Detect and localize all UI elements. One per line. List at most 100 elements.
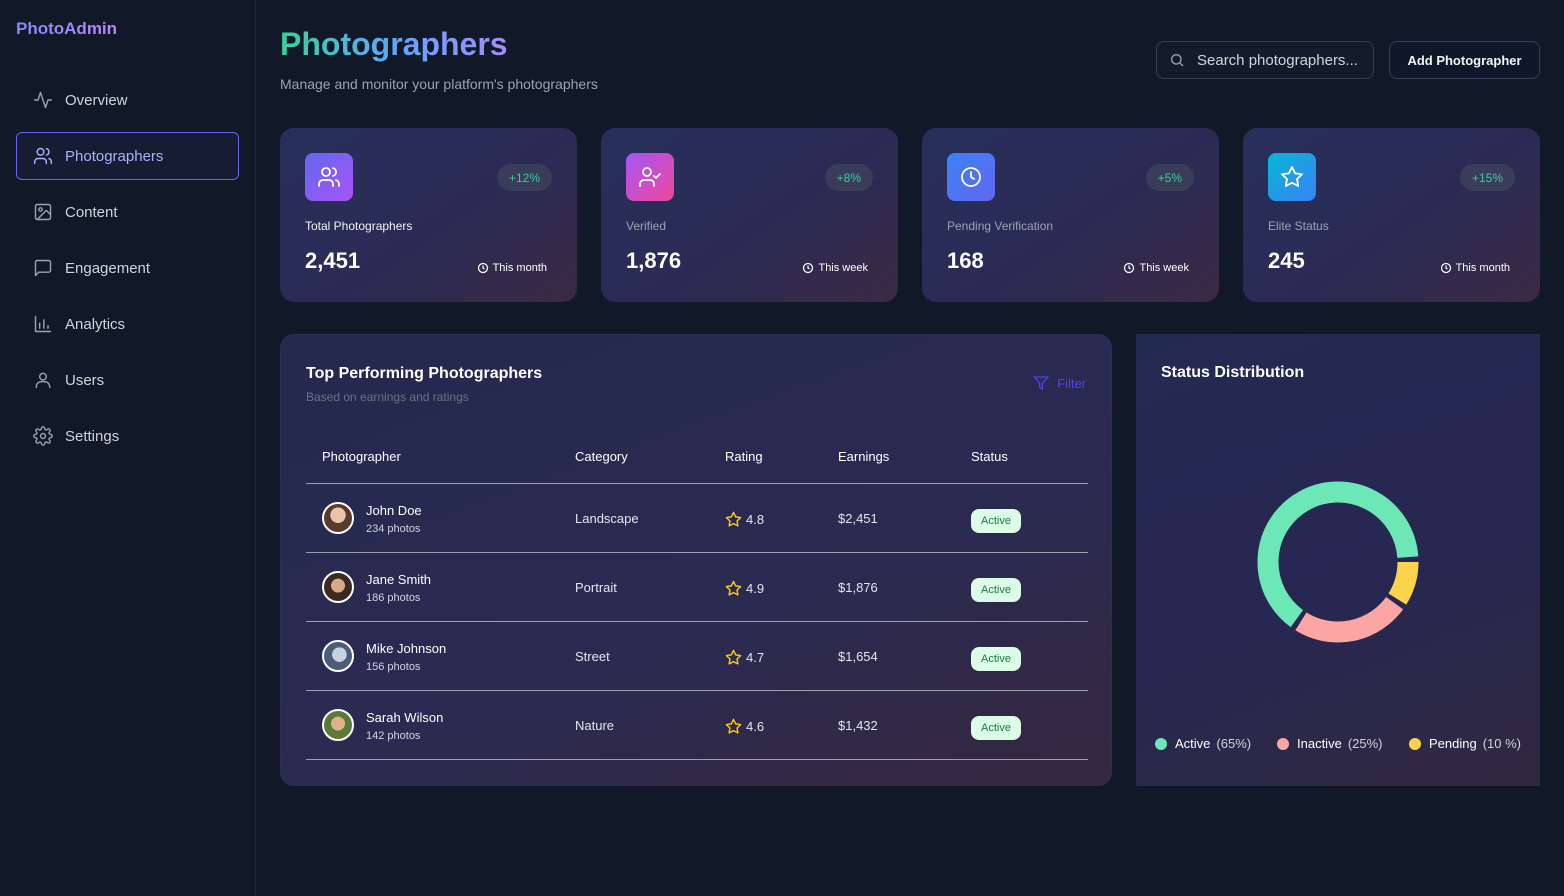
sidebar-item-overview[interactable]: Overview: [16, 76, 239, 124]
column-header[interactable]: Category: [575, 449, 628, 464]
rating-value: 4.6: [746, 719, 765, 734]
search-input[interactable]: [1197, 51, 1367, 69]
table-row[interactable]: John Doe 234 photos Landscape 4.8 $2,451…: [306, 484, 1088, 553]
change-badge: +15%: [1459, 164, 1515, 191]
sidebar-item-users[interactable]: Users: [16, 356, 239, 404]
column-header[interactable]: Earnings: [838, 449, 889, 464]
sidebar-item-engagement[interactable]: Engagement: [16, 244, 239, 292]
star-icon: [725, 718, 742, 734]
clock-icon: [803, 262, 814, 274]
sidebar-item-label: Users: [65, 371, 105, 389]
sidebar-item-label: Overview: [65, 91, 128, 109]
photographer-name: Mike Johnson: [366, 641, 447, 656]
stat-period: This month: [1440, 262, 1510, 274]
user-icon: [35, 372, 51, 389]
rating-cell: 4.8: [725, 511, 764, 528]
gear-icon: [33, 426, 53, 446]
legend-item-active: Active (65%): [1155, 736, 1251, 751]
photo-count: 234 photos: [366, 523, 421, 535]
donut-segment-inactive[interactable]: [1295, 596, 1404, 643]
earnings-cell: $1,876: [838, 580, 878, 595]
sidebar-item-photographers[interactable]: Photographers: [16, 132, 239, 180]
users-icon: [33, 147, 53, 165]
stat-card-verified: +8% Verified 1,876 This week: [601, 128, 898, 302]
legend-label: Active: [1175, 736, 1211, 751]
bar-chart-icon: [34, 315, 52, 333]
photo-count: 142 photos: [366, 730, 421, 742]
rating-cell: 4.6: [725, 718, 764, 735]
status-badge: Active: [971, 647, 1021, 671]
legend-dot: [1409, 737, 1421, 750]
sidebar-item-content[interactable]: Content: [16, 188, 239, 236]
brand-logo[interactable]: PhotoAdmin: [16, 19, 117, 39]
status-donut-chart: [1257, 481, 1419, 643]
search-box[interactable]: [1156, 41, 1374, 79]
clock-icon: [477, 262, 488, 274]
category-cell: Nature: [575, 718, 615, 733]
panel-subtitle: Based on earnings and ratings: [306, 390, 469, 404]
photo-count: 156 photos: [366, 661, 421, 673]
avatar: [322, 571, 354, 603]
table-header: Photographer Category Rating Earnings St…: [306, 449, 1088, 484]
star-icon: [725, 511, 742, 527]
photographer-name: John Doe: [366, 503, 422, 518]
sidebar-item-analytics[interactable]: Analytics: [16, 300, 239, 348]
earnings-cell: $1,654: [838, 649, 878, 664]
stat-period-label: This week: [818, 262, 868, 274]
panel-title: Top Performing Photographers: [306, 365, 543, 382]
stat-period-label: This week: [1139, 262, 1189, 274]
stat-value: 245: [1268, 248, 1305, 273]
earnings-cell: $1,432: [838, 718, 878, 733]
image-icon: [34, 203, 52, 221]
stat-period-label: This month: [1455, 262, 1510, 274]
stat-label: Elite Status: [1268, 219, 1329, 233]
category-cell: Portrait: [575, 580, 617, 595]
sidebar-nav: Overview Photographers Content Engagemen…: [16, 76, 239, 468]
donut-segment-pending[interactable]: [1388, 561, 1419, 605]
table-row[interactable]: Mike Johnson 156 photos Street 4.7 $1,65…: [306, 622, 1088, 691]
column-header[interactable]: Status: [971, 449, 1008, 464]
users-icon: [318, 167, 340, 187]
message-icon: [34, 259, 52, 277]
search-icon: [1171, 54, 1184, 67]
rating-cell: 4.7: [725, 649, 764, 666]
column-header[interactable]: Rating: [725, 449, 763, 464]
sidebar-item-label: Analytics: [65, 315, 126, 333]
sidebar-item-settings[interactable]: Settings: [16, 412, 239, 460]
stat-card-elite: +15% Elite Status 245 This month: [1243, 128, 1540, 302]
photographer-name: Jane Smith: [366, 572, 432, 587]
legend-item-inactive: Inactive (25%): [1277, 736, 1383, 751]
change-badge: +12%: [496, 164, 552, 191]
filter-button[interactable]: Filter: [1033, 375, 1086, 391]
status-distribution-panel: Status Distribution Active (65%) Inactiv…: [1136, 334, 1540, 786]
table-row[interactable]: Jane Smith 186 photos Portrait 4.9 $1,87…: [306, 553, 1088, 622]
table-row[interactable]: Sarah Wilson 142 photos Nature 4.6 $1,43…: [306, 691, 1088, 760]
status-badge: Active: [971, 716, 1021, 740]
category-cell: Street: [575, 649, 610, 664]
rating-value: 4.9: [746, 581, 765, 596]
sidebar-item-label: Engagement: [65, 259, 151, 277]
category-cell: Landscape: [575, 511, 639, 526]
photographer-name: Sarah Wilson: [366, 710, 444, 725]
stat-icon-box: [305, 153, 353, 201]
legend-percent: (65%): [1216, 736, 1252, 751]
column-header[interactable]: Photographer: [322, 449, 401, 464]
add-photographer-button[interactable]: Add Photographer: [1389, 41, 1540, 79]
stat-value: 168: [947, 248, 984, 273]
stat-icon-box: [626, 153, 674, 201]
rating-value: 4.7: [746, 650, 765, 665]
avatar: [322, 709, 354, 741]
stat-icon-box: [947, 153, 995, 201]
photo-count: 186 photos: [366, 592, 421, 604]
activity-icon: [33, 91, 53, 109]
top-photographers-panel: Top Performing Photographers Based on ea…: [280, 334, 1112, 786]
stat-card-pending: +5% Pending Verification 168 This week: [922, 128, 1219, 302]
clock-icon: [961, 167, 981, 187]
star-icon: [725, 580, 742, 596]
legend-dot: [1277, 737, 1289, 750]
page-title: Photographers: [280, 26, 508, 62]
stat-period: This month: [477, 262, 547, 274]
filter-label: Filter: [1057, 375, 1086, 391]
legend-dot: [1155, 737, 1167, 750]
filter-icon: [1033, 376, 1050, 391]
